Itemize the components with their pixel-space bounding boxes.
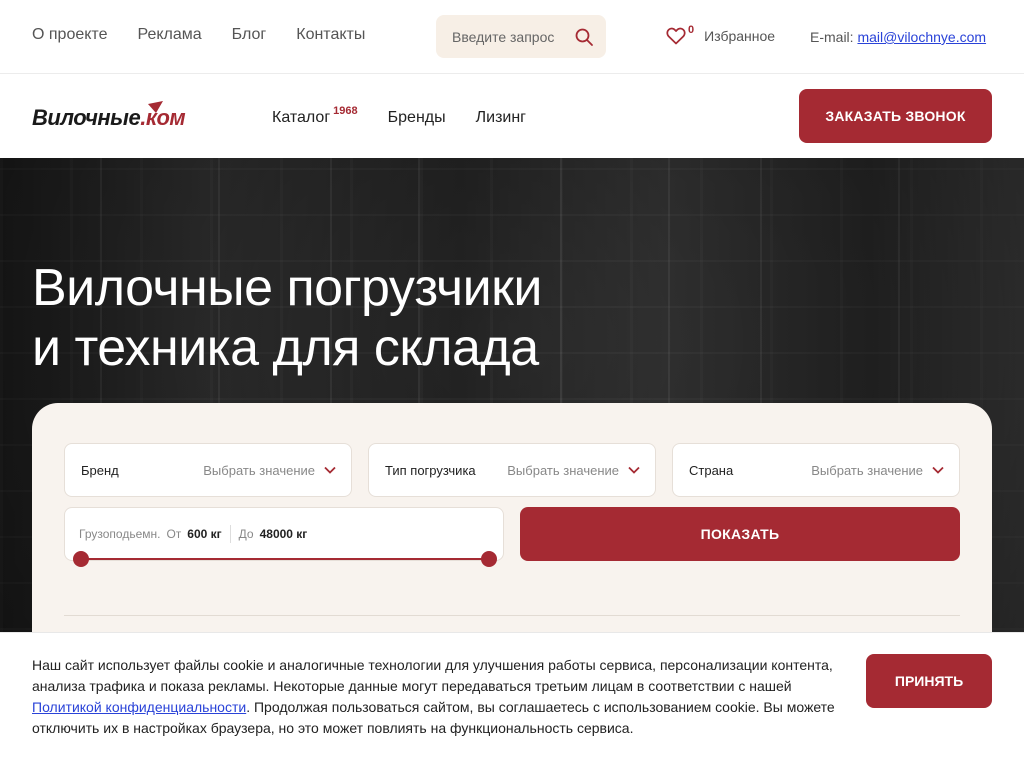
- show-results-button[interactable]: ПОКАЗАТЬ: [520, 507, 960, 561]
- forklift-type-select[interactable]: Тип погрузчика Выбрать значение: [368, 443, 656, 497]
- main-nav: Каталог 1968 Бренды Лизинг: [272, 105, 526, 127]
- capacity-separator: [229, 525, 231, 543]
- top-nav-ads[interactable]: Реклама: [137, 26, 201, 44]
- logo-text: Вилочные.ком: [32, 105, 186, 131]
- country-select[interactable]: Страна Выбрать значение: [672, 443, 960, 497]
- cookie-banner: Наш сайт использует файлы cookie и анало…: [0, 632, 1024, 768]
- search-box: [436, 15, 606, 58]
- capacity-from-label: От: [166, 527, 182, 541]
- accept-cookies-button[interactable]: ПРИНЯТЬ: [866, 654, 992, 708]
- order-call-button[interactable]: ЗАКАЗАТЬ ЗВОНОК: [799, 89, 992, 143]
- capacity-slider-track[interactable]: [80, 558, 490, 560]
- main-header: Вилочные.ком Каталог 1968 Бренды Лизинг З…: [0, 75, 1024, 158]
- site-logo[interactable]: Вилочные.ком: [32, 101, 217, 135]
- type-value: Выбрать значение: [507, 462, 619, 478]
- nav-brands[interactable]: Бренды: [388, 109, 446, 127]
- nav-leasing[interactable]: Лизинг: [476, 109, 526, 127]
- chevron-down-icon: [324, 466, 336, 474]
- capacity-slider-min-handle[interactable]: [73, 551, 89, 567]
- logo-suffix: ком: [145, 105, 186, 130]
- top-nav-contacts[interactable]: Контакты: [296, 26, 365, 44]
- favorites-link[interactable]: 0 Избранное: [666, 24, 776, 45]
- favorites-count: 0: [688, 24, 695, 36]
- email-contact: E-mail: mail@vilochnye.com: [810, 29, 986, 45]
- top-bar: О проекте Реклама Блог Контакты 0 Избран…: [0, 0, 1024, 74]
- email-label: E-mail:: [810, 29, 854, 45]
- privacy-policy-link[interactable]: Политикой конфиденциальности: [32, 699, 246, 715]
- chevron-down-icon: [932, 466, 944, 474]
- country-label: Страна: [689, 462, 734, 478]
- search-icon[interactable]: [574, 27, 594, 47]
- favorites-label: Избранное: [704, 28, 776, 44]
- capacity-to-label: До: [238, 527, 254, 541]
- heart-icon: [666, 27, 686, 45]
- hero-title-line2: и техника для склада: [32, 319, 539, 377]
- brand-label: Бренд: [81, 462, 119, 478]
- capacity-slider-max-handle[interactable]: [481, 551, 497, 567]
- capacity-from-value[interactable]: 600 кг: [187, 527, 221, 541]
- hero-title: Вилочные погрузчики и техника для склада: [32, 258, 542, 378]
- nav-catalog[interactable]: Каталог 1968: [272, 105, 358, 127]
- country-value: Выбрать значение: [811, 462, 923, 478]
- capacity-range: Грузоподьемн. От 600 кг До 48000 кг: [64, 507, 504, 561]
- catalog-count-badge: 1968: [333, 105, 358, 117]
- top-nav-blog[interactable]: Блог: [232, 26, 267, 44]
- brand-value: Выбрать значение: [203, 462, 315, 478]
- top-nav: О проекте Реклама Блог Контакты: [32, 26, 365, 44]
- type-label: Тип погрузчика: [385, 462, 476, 478]
- email-link[interactable]: mail@vilochnye.com: [857, 29, 986, 45]
- brand-select[interactable]: Бренд Выбрать значение: [64, 443, 352, 497]
- capacity-to-value[interactable]: 48000 кг: [260, 527, 308, 541]
- chevron-down-icon: [628, 466, 640, 474]
- nav-catalog-label: Каталог: [272, 109, 331, 126]
- top-nav-about[interactable]: О проекте: [32, 26, 107, 44]
- logo-main: Вилочные: [32, 105, 141, 130]
- capacity-values: Грузоподьемн. От 600 кг До 48000 кг: [79, 525, 307, 543]
- cookie-text-main: Наш сайт использует файлы cookie и анало…: [32, 657, 833, 694]
- filter-divider: [64, 615, 960, 616]
- capacity-label: Грузоподьемн.: [79, 527, 161, 541]
- hero-title-line1: Вилочные погрузчики: [32, 259, 542, 317]
- cookie-text: Наш сайт использует файлы cookie и анало…: [32, 655, 842, 739]
- search-input[interactable]: [452, 28, 572, 45]
